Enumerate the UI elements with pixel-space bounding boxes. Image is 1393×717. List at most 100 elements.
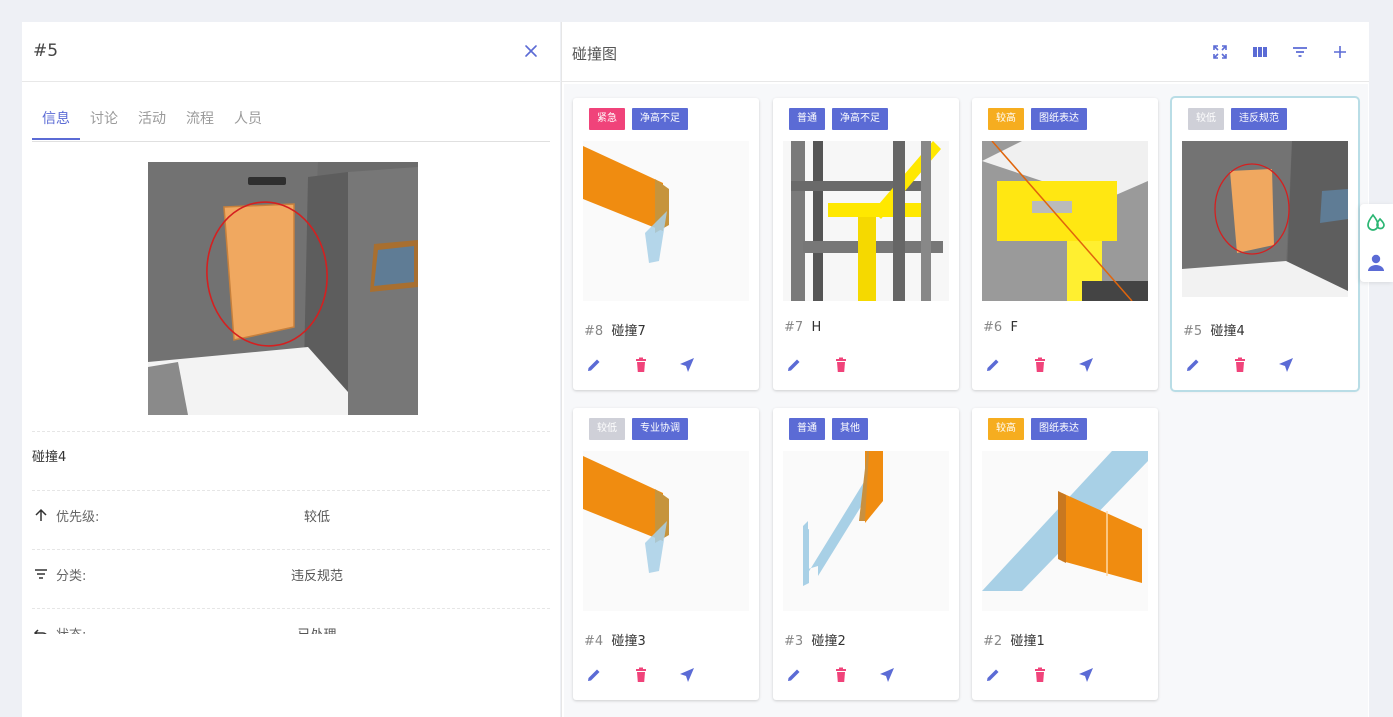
delete-icon[interactable] bbox=[632, 356, 650, 374]
priority-label: 优先级: bbox=[56, 510, 100, 525]
divider bbox=[32, 608, 550, 609]
card-title: #4 碰撞3 bbox=[584, 630, 646, 649]
locate-icon[interactable] bbox=[678, 356, 696, 374]
card-name: 碰撞2 bbox=[811, 634, 846, 649]
tab-workflow[interactable]: 流程 bbox=[186, 108, 214, 140]
card-number: #8 bbox=[584, 324, 604, 339]
clash-card[interactable]: 较低 违反规范 #5 碰撞4 bbox=[1172, 98, 1358, 390]
category-tag: 图纸表达 bbox=[1031, 418, 1087, 440]
category-tag: 违反规范 bbox=[1231, 108, 1287, 130]
priority-tag: 普通 bbox=[789, 108, 825, 130]
divider bbox=[32, 490, 550, 491]
category-field: 分类: 违反规范 bbox=[32, 563, 550, 587]
delete-icon[interactable] bbox=[832, 666, 850, 684]
edit-icon[interactable] bbox=[984, 666, 1002, 684]
filter-icon[interactable] bbox=[1292, 44, 1308, 60]
delete-icon[interactable] bbox=[1231, 356, 1249, 374]
panel-fade bbox=[22, 634, 560, 717]
category-tag: 净高不足 bbox=[632, 108, 688, 130]
card-number: #4 bbox=[584, 634, 604, 649]
priority-field: 优先级: 较低 bbox=[32, 504, 550, 528]
clash-thumbnail[interactable] bbox=[783, 451, 949, 611]
issue-detail-panel: #5 信息 讨论 活动 流程 人员 碰撞4 优先级: 较低 分类: 违反规范 bbox=[22, 22, 560, 717]
tab-discussion[interactable]: 讨论 bbox=[90, 108, 118, 140]
clash-card[interactable]: 较低 专业协调 #4 碰撞3 bbox=[573, 408, 759, 700]
tab-info[interactable]: 信息 bbox=[42, 108, 70, 140]
clash-thumbnail[interactable] bbox=[583, 451, 749, 611]
clash-thumbnail[interactable] bbox=[982, 141, 1148, 301]
priority-tag: 普通 bbox=[789, 418, 825, 440]
card-title: #5 碰撞4 bbox=[1183, 320, 1245, 339]
clash-card[interactable]: 较高 图纸表达 #2 碰撞1 bbox=[972, 408, 1158, 700]
locate-icon[interactable] bbox=[678, 666, 696, 684]
clash-card[interactable]: 普通 净高不足 #7 H bbox=[773, 98, 959, 390]
card-name: 碰撞1 bbox=[1010, 634, 1045, 649]
clash-thumbnail[interactable] bbox=[982, 451, 1148, 611]
issue-name: 碰撞4 bbox=[32, 450, 67, 465]
drops-icon[interactable] bbox=[1364, 211, 1388, 235]
user-icon[interactable] bbox=[1364, 251, 1388, 275]
locate-icon[interactable] bbox=[1077, 666, 1095, 684]
tab-activity[interactable]: 活动 bbox=[138, 108, 166, 140]
divider bbox=[32, 549, 550, 550]
arrow-up-icon bbox=[32, 506, 50, 524]
card-number: #7 bbox=[784, 320, 804, 335]
card-number: #3 bbox=[784, 634, 804, 649]
category-tag: 专业协调 bbox=[632, 418, 688, 440]
filter-icon bbox=[32, 565, 50, 583]
card-title: #3 碰撞2 bbox=[784, 630, 846, 649]
locate-icon[interactable] bbox=[1077, 356, 1095, 374]
clash-card[interactable]: 较高 图纸表达 #6 F bbox=[972, 98, 1158, 390]
board-header: 碰撞图 bbox=[562, 22, 1369, 82]
edit-icon[interactable] bbox=[1184, 356, 1202, 374]
clash-card[interactable]: 紧急 净高不足 #8 碰撞7 bbox=[573, 98, 759, 390]
clash-preview-image bbox=[148, 162, 418, 415]
edit-icon[interactable] bbox=[984, 356, 1002, 374]
card-name: H bbox=[811, 320, 822, 335]
close-icon[interactable] bbox=[524, 44, 538, 58]
detail-header: #5 bbox=[22, 22, 560, 82]
category-value: 违反规范 bbox=[290, 569, 343, 584]
delete-icon[interactable] bbox=[832, 356, 850, 374]
columns-icon[interactable] bbox=[1252, 44, 1268, 60]
detail-title: #5 bbox=[33, 41, 59, 61]
card-name: 碰撞3 bbox=[611, 634, 646, 649]
priority-tag: 较低 bbox=[1188, 108, 1224, 130]
delete-icon[interactable] bbox=[1031, 666, 1049, 684]
delete-icon[interactable] bbox=[632, 666, 650, 684]
priority-tag: 较低 bbox=[589, 418, 625, 440]
category-tag: 其他 bbox=[832, 418, 868, 440]
category-tag: 净高不足 bbox=[832, 108, 888, 130]
card-number: #5 bbox=[1183, 324, 1203, 339]
card-name: 碰撞4 bbox=[1210, 324, 1245, 339]
edit-icon[interactable] bbox=[785, 666, 803, 684]
clash-thumbnail[interactable] bbox=[583, 141, 749, 301]
card-name: 碰撞7 bbox=[611, 324, 646, 339]
clash-thumbnail[interactable] bbox=[1182, 141, 1348, 301]
clash-board-panel: 碰撞图 紧急 净高不足 #8 碰撞7 普通 净高不足 #7 H 较高 图纸表达 #6 F 较低 违反… bbox=[561, 22, 1369, 717]
fullscreen-icon[interactable] bbox=[1212, 44, 1228, 60]
divider bbox=[32, 431, 550, 432]
edit-icon[interactable] bbox=[785, 356, 803, 374]
delete-icon[interactable] bbox=[1031, 356, 1049, 374]
tab-people[interactable]: 人员 bbox=[234, 108, 262, 140]
card-title: #8 碰撞7 bbox=[584, 320, 646, 339]
edit-icon[interactable] bbox=[585, 666, 603, 684]
edit-icon[interactable] bbox=[585, 356, 603, 374]
card-title: #6 F bbox=[983, 320, 1018, 335]
card-name: F bbox=[1010, 320, 1018, 335]
locate-icon[interactable] bbox=[1277, 356, 1295, 374]
category-tag: 图纸表达 bbox=[1031, 108, 1087, 130]
card-title: #2 碰撞1 bbox=[983, 630, 1045, 649]
priority-tag: 较高 bbox=[988, 418, 1024, 440]
card-number: #6 bbox=[983, 320, 1003, 335]
tab-indicator bbox=[32, 138, 80, 140]
locate-icon[interactable] bbox=[878, 666, 896, 684]
add-icon[interactable] bbox=[1332, 44, 1348, 60]
detail-tabs: 信息 讨论 活动 流程 人员 bbox=[32, 106, 550, 142]
card-title: #7 H bbox=[784, 320, 821, 335]
priority-tag: 紧急 bbox=[589, 108, 625, 130]
priority-tag: 较高 bbox=[988, 108, 1024, 130]
clash-card[interactable]: 普通 其他 #3 碰撞2 bbox=[773, 408, 959, 700]
clash-thumbnail[interactable] bbox=[783, 141, 949, 301]
